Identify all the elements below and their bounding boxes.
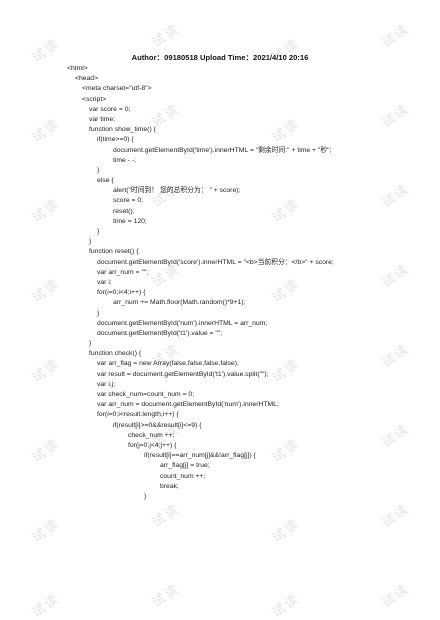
code-line: } <box>89 238 92 246</box>
code-line: for(i=0;i<4;i++) { <box>97 289 146 297</box>
code-line: count_num ++; <box>160 472 206 480</box>
code-line: <script> <box>82 95 107 103</box>
code-line: if(time>=0) { <box>97 136 134 144</box>
code-line: var i; <box>97 278 112 286</box>
code-line: for(j=0;j<4;j++) { <box>128 441 177 449</box>
code-line: <meta charset="utf-8"> <box>82 85 152 93</box>
code-line: if(result[i]==arr_num[j]&&!arr_flag[j]) … <box>144 452 256 460</box>
code-line: score = 0; <box>113 197 144 205</box>
code-line: var time; <box>89 115 116 123</box>
code-line: else { <box>97 177 114 185</box>
watermark: 试读 <box>149 581 183 611</box>
code-line: function reset() { <box>89 248 139 256</box>
code-line: var arr_flag = new Array(false,false,fal… <box>97 360 239 368</box>
watermark: 试读 <box>29 516 63 546</box>
code-line: var i,j; <box>97 380 116 388</box>
code-line: time = 120; <box>113 217 147 225</box>
code-line: } <box>97 166 100 174</box>
watermark: 试读 <box>149 501 183 531</box>
code-line: var arr_num = ""; <box>97 268 149 276</box>
code-line: document.getElementById('time').innerHTM… <box>113 146 332 154</box>
code-line: var check_num=count_num = 0; <box>97 391 195 398</box>
code-listing: <html> <head> <meta charset="utf-8"> <scrip… <box>0 64 440 502</box>
code-line: if(result[i]>=0&&result[i]<=9) { <box>113 421 202 429</box>
watermark: 试读 <box>269 591 303 620</box>
code-line: var result = document.getElementById('t1… <box>97 370 269 378</box>
code-line: } <box>97 228 100 235</box>
code-line: } <box>97 309 100 317</box>
watermark: 试读 <box>149 21 183 51</box>
code-line: function show_time() { <box>89 126 156 134</box>
watermark: 试读 <box>379 21 413 51</box>
code-line: document.getElementById('score').innerHT… <box>97 258 334 266</box>
document-header: Author：09180518 Upload Time：2021/4/10 20… <box>131 53 309 62</box>
document-page: 试读 试读 试读 试读 试读 试读 试读 试读 试读 试读 试读 试读 试读 试… <box>0 0 440 620</box>
code-line: time - -; <box>113 156 137 164</box>
code-line: <head> <box>75 75 99 83</box>
code-line: alert("时间到！ 您的总积分为： " + score); <box>113 187 241 195</box>
watermark: 试读 <box>269 516 303 546</box>
code-line: arr_flag[j] = true; <box>160 462 210 470</box>
code-line: reset(); <box>113 207 135 215</box>
code-line: document.getElementById('t1').value = ""… <box>97 329 223 337</box>
code-line: } <box>89 340 92 348</box>
code-line: break; <box>160 482 179 490</box>
code-line: <html> <box>67 65 88 72</box>
code-line: function check() { <box>89 350 142 358</box>
watermark: 试读 <box>379 581 413 611</box>
watermark: 试读 <box>29 591 63 620</box>
code-line: } <box>144 492 147 500</box>
code-line: check_num ++; <box>128 431 175 439</box>
code-line: var score = 0; <box>89 105 131 113</box>
code-line: var arr_num = document.getElementById('n… <box>97 401 279 409</box>
watermark: 试读 <box>379 501 413 531</box>
code-line: arr_num += Math.floor(Math.random()*9+1)… <box>113 299 246 307</box>
code-line: document.getElementById('num').innerHTML… <box>97 319 268 327</box>
code-line: for(i=0;i<result.length;i++) { <box>97 411 179 419</box>
